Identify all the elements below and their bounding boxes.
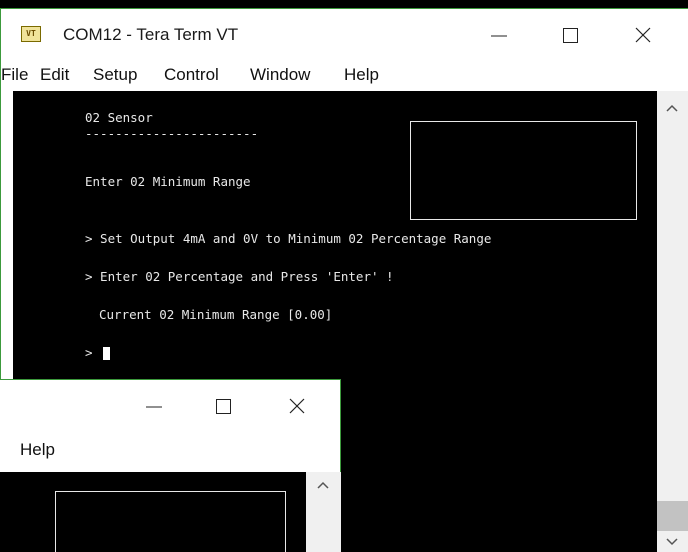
terminal-line: ----------------------- [85, 126, 259, 141]
menu-window[interactable]: Window [250, 65, 310, 85]
maximize-button[interactable] [541, 9, 601, 59]
maximize-button[interactable] [194, 380, 254, 430]
chevron-up-icon[interactable] [665, 103, 679, 113]
chevron-up-icon[interactable] [316, 480, 330, 490]
window-title: COM12 - Tera Term VT [63, 25, 239, 44]
menu-file[interactable]: File [1, 65, 28, 85]
minimize-button[interactable] [124, 380, 184, 430]
menu-edit[interactable]: Edit [40, 65, 69, 85]
terminal-line: 02 Sensor [85, 110, 153, 125]
terminal-box [55, 491, 286, 552]
terminal-line: Enter 02 Minimum Range [85, 174, 251, 189]
menu-bar: File Edit Setup Control Window Help [1, 59, 688, 91]
terminal-box [410, 121, 637, 220]
menu-control[interactable]: Control [164, 65, 219, 85]
maximize-icon [563, 28, 578, 43]
menu-help[interactable]: Help [20, 440, 55, 460]
close-icon [289, 398, 305, 414]
terminal-line: > Set Output 4mA and 0V to Minimum 02 Pe… [85, 231, 492, 246]
maximize-icon [216, 399, 231, 414]
minimize-icon [491, 35, 507, 37]
terminal-area[interactable] [0, 472, 306, 552]
vertical-scrollbar[interactable] [657, 91, 688, 552]
vertical-scrollbar[interactable] [306, 472, 341, 552]
minimize-button[interactable] [469, 9, 529, 59]
text-cursor [103, 347, 110, 360]
close-button[interactable] [613, 9, 673, 59]
scrollbar-thumb[interactable] [657, 501, 688, 531]
terminal-line: > Enter 02 Percentage and Press 'Enter' … [85, 269, 394, 284]
close-icon [635, 27, 651, 43]
terminal-prompt: > [85, 345, 93, 360]
menu-help[interactable]: Help [344, 65, 379, 85]
second-window: Help [0, 379, 341, 552]
chevron-down-icon[interactable] [665, 537, 679, 547]
title-bar[interactable]: VT COM12 - Tera Term VT [1, 9, 688, 59]
minimize-icon [146, 406, 162, 408]
menu-setup[interactable]: Setup [93, 65, 137, 85]
terminal-line: Current 02 Minimum Range [0.00] [99, 307, 333, 322]
close-button[interactable] [267, 380, 327, 430]
tera-term-icon[interactable]: VT [21, 26, 41, 42]
